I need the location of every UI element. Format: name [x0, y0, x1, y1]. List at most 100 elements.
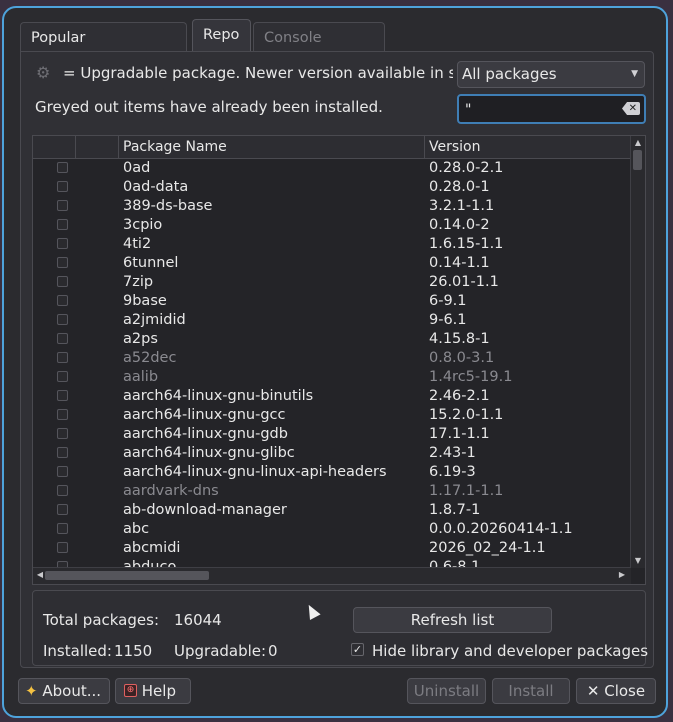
table-row[interactable]: 9base 6-9.1 — [33, 292, 631, 311]
row-checkbox[interactable] — [57, 333, 68, 344]
table-row[interactable]: abcmidi 2026_02_24-1.1 — [33, 539, 631, 558]
package-version: 1.6.15-1.1 — [429, 236, 504, 252]
table-row[interactable]: 0ad 0.28.0-2.1 — [33, 159, 631, 178]
table-row[interactable]: a2jmidid 9-6.1 — [33, 311, 631, 330]
table-row[interactable]: abc 0.0.0.20260414-1.1 — [33, 520, 631, 539]
table-row[interactable]: aardvark-dns 1.17.1-1.1 — [33, 482, 631, 501]
scroll-left-icon[interactable]: ◀ — [35, 570, 45, 580]
package-version: 0.28.0-1 — [429, 179, 490, 195]
row-checkbox[interactable] — [57, 371, 68, 382]
row-checkbox[interactable] — [57, 409, 68, 420]
table-header: Package Name Version — [33, 136, 631, 159]
table-row[interactable]: a2ps 4.15.8-1 — [33, 330, 631, 349]
row-checkbox[interactable] — [57, 200, 68, 211]
total-packages-value: 16044 — [174, 611, 222, 629]
package-version: 0.28.0-2.1 — [429, 160, 504, 176]
row-checkbox[interactable] — [57, 219, 68, 230]
row-checkbox[interactable] — [57, 428, 68, 439]
table-row[interactable]: aarch64-linux-gnu-binutils 2.46-2.1 — [33, 387, 631, 406]
uninstall-button[interactable]: Uninstall — [407, 678, 486, 704]
hide-library-label: Hide library and developer packages — [372, 642, 649, 660]
clear-search-icon[interactable]: ✕ — [622, 102, 640, 115]
row-checkbox[interactable] — [57, 238, 68, 249]
table-row[interactable]: 0ad-data 0.28.0-1 — [33, 178, 631, 197]
row-checkbox[interactable] — [57, 352, 68, 363]
package-filter-value: All packages — [462, 65, 557, 83]
install-button[interactable]: Install — [492, 678, 570, 704]
table-row[interactable]: aarch64-linux-gnu-gcc 15.2.0-1.1 — [33, 406, 631, 425]
scroll-up-icon[interactable]: ▲ — [633, 138, 643, 148]
horizontal-scrollbar[interactable]: ◀ ▶ — [33, 567, 631, 584]
column-header-select[interactable] — [33, 136, 76, 158]
package-rows: 0ad 0.28.0-2.1 0ad-data 0.28.0-1 389-ds-base… — [33, 159, 631, 568]
column-header-package-name[interactable]: Package Name — [119, 136, 425, 158]
package-name: aarch64-linux-gnu-glibc — [123, 445, 295, 461]
table-row[interactable]: 389-ds-base 3.2.1-1.1 — [33, 197, 631, 216]
scroll-right-icon[interactable]: ▶ — [617, 570, 627, 580]
package-version: 15.2.0-1.1 — [429, 407, 504, 423]
row-checkbox[interactable] — [57, 276, 68, 287]
row-checkbox[interactable] — [57, 295, 68, 306]
vertical-scrollbar[interactable]: ▲ ▼ — [630, 136, 645, 568]
stats-footer: Total packages: 16044 Installed: 1150 Up… — [32, 590, 649, 666]
package-name: aarch64-linux-gnu-gcc — [123, 407, 286, 423]
table-row[interactable]: aarch64-linux-gnu-gdb 17.1-1.1 — [33, 425, 631, 444]
row-checkbox[interactable] — [57, 542, 68, 553]
row-checkbox[interactable] — [57, 162, 68, 173]
help-icon: ⊕ — [124, 683, 137, 697]
package-name: abcmidi — [123, 540, 181, 556]
hide-library-checkbox[interactable]: ✓ — [351, 643, 364, 656]
column-header-version[interactable]: Version — [425, 136, 631, 158]
package-version: 2.43-1 — [429, 445, 476, 461]
chevron-down-icon: ▼ — [631, 69, 638, 79]
table-row[interactable]: 7zip 26.01-1.1 — [33, 273, 631, 292]
package-version: 0.8.0-3.1 — [429, 350, 495, 366]
package-name: aardvark-dns — [123, 483, 219, 499]
row-checkbox[interactable] — [57, 181, 68, 192]
package-version: 1.4rc5-19.1 — [429, 369, 513, 385]
upgradable-legend: = Upgradable package. Newer version avai… — [63, 64, 453, 82]
installed-note: Greyed out items have already been insta… — [35, 98, 383, 116]
row-checkbox[interactable] — [57, 257, 68, 268]
table-row[interactable]: 4ti2 1.6.15-1.1 — [33, 235, 631, 254]
table-row[interactable]: 6tunnel 0.14-1.1 — [33, 254, 631, 273]
upgradable-label: Upgradable: — [174, 642, 267, 660]
tab-popular-applications[interactable]: Popular Applications — [20, 22, 187, 76]
package-name: 9base — [123, 293, 167, 309]
row-checkbox[interactable] — [57, 466, 68, 477]
refresh-list-button[interactable]: Refresh list — [353, 607, 552, 633]
scroll-down-icon[interactable]: ▼ — [633, 556, 643, 566]
tab-repo[interactable]: Repo — [192, 19, 251, 52]
search-input[interactable] — [463, 98, 617, 122]
scroll-thumb[interactable] — [633, 150, 642, 170]
row-checkbox[interactable] — [57, 314, 68, 325]
package-name: 4ti2 — [123, 236, 152, 252]
tab-console-output[interactable]: Console Output — [253, 22, 385, 76]
table-row[interactable]: aalib 1.4rc5-19.1 — [33, 368, 631, 387]
repo-panel: ⚙ = Upgradable package. Newer version av… — [20, 51, 654, 668]
about-button[interactable]: ✦ About... — [18, 678, 110, 704]
table-row[interactable]: 3cpio 0.14.0-2 — [33, 216, 631, 235]
table-row[interactable]: aarch64-linux-gnu-linux-api-headers 6.19-… — [33, 463, 631, 482]
row-checkbox[interactable] — [57, 523, 68, 534]
package-version: 4.15.8-1 — [429, 331, 490, 347]
package-version: 2.46-2.1 — [429, 388, 490, 404]
package-version: 0.14-1.1 — [429, 255, 490, 271]
table-row[interactable]: aarch64-linux-gnu-glibc 2.43-1 — [33, 444, 631, 463]
row-checkbox[interactable] — [57, 390, 68, 401]
hscroll-thumb[interactable] — [45, 571, 209, 580]
help-label: Help — [141, 682, 176, 700]
column-header-status[interactable] — [76, 136, 119, 158]
table-row[interactable]: ab-download-manager 1.8.7-1 — [33, 501, 631, 520]
table-row[interactable]: a52dec 0.8.0-3.1 — [33, 349, 631, 368]
close-button[interactable]: ✕ Close — [576, 678, 656, 704]
package-name: a2jmidid — [123, 312, 186, 328]
package-table: Package Name Version 0ad 0.28.0-2.1 0ad-da… — [32, 135, 646, 585]
row-checkbox[interactable] — [57, 485, 68, 496]
row-checkbox[interactable] — [57, 504, 68, 515]
gear-icon: ⚙ — [36, 63, 51, 82]
row-checkbox[interactable] — [57, 447, 68, 458]
package-filter-select[interactable]: All packages ▼ — [457, 61, 645, 88]
help-button[interactable]: ⊕ Help — [115, 678, 191, 704]
package-installer-window: Popular Applications Repo Console Output… — [2, 6, 668, 718]
